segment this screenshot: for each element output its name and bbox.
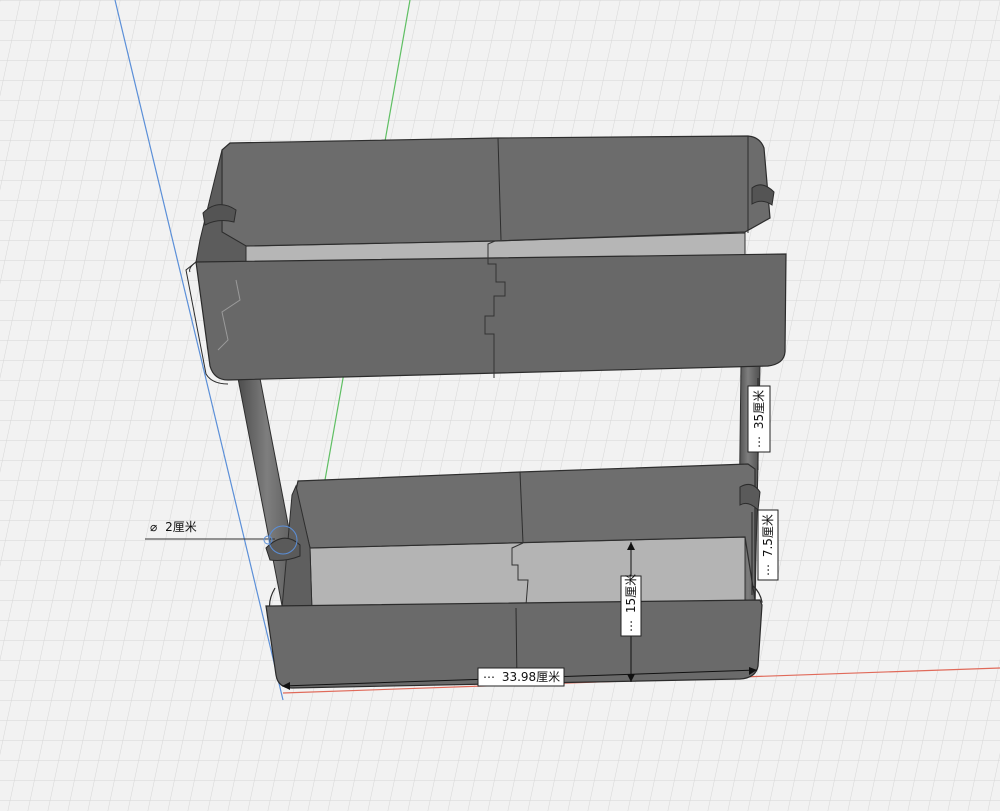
svg-text:⋯ 7.5厘米: ⋯ 7.5厘米 bbox=[761, 514, 775, 576]
depth-value: 15厘米 bbox=[624, 574, 638, 613]
ground-grid bbox=[0, 0, 1000, 811]
diameter-symbol: ⌀ bbox=[150, 520, 157, 534]
gap-prefix: ⋯ bbox=[761, 564, 775, 576]
cad-scene[interactable]: ⌀ 2厘米 ⋯ 35厘米 ⋯ 7.5厘米 ⋯ 15厘米 ⋯ 33.98厘米 bbox=[0, 0, 1000, 811]
bottom-tray[interactable] bbox=[265, 463, 763, 689]
svg-text:⋯ 35厘米: ⋯ 35厘米 bbox=[752, 390, 766, 448]
svg-text:⋯ 33.98厘米: ⋯ 33.98厘米 bbox=[483, 670, 560, 684]
svg-text:⋯ 15厘米: ⋯ 15厘米 bbox=[624, 574, 638, 632]
height-prefix: ⋯ bbox=[752, 436, 766, 448]
width-prefix: ⋯ bbox=[483, 670, 495, 684]
top-tray[interactable] bbox=[185, 135, 787, 385]
height-value: 35厘米 bbox=[752, 390, 766, 429]
3d-viewport[interactable]: ⌀ 2厘米 ⋯ 35厘米 ⋯ 7.5厘米 ⋯ 15厘米 ⋯ 33.98厘米 bbox=[0, 0, 1000, 811]
width-value: 33.98厘米 bbox=[502, 670, 560, 684]
depth-prefix: ⋯ bbox=[624, 620, 638, 632]
diameter-value: 2厘米 bbox=[165, 520, 197, 534]
svg-text:⌀ 2厘米: ⌀ 2厘米 bbox=[150, 520, 197, 534]
gap-value: 7.5厘米 bbox=[761, 514, 775, 557]
